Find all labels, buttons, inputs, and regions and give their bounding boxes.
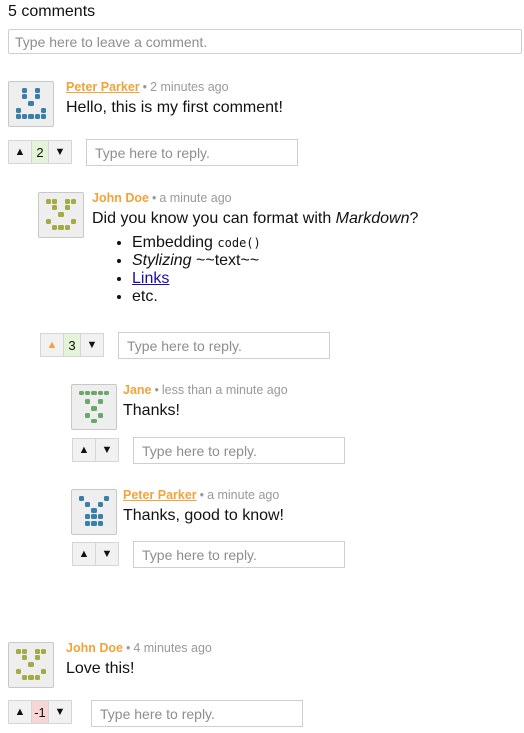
upvote-button[interactable]: ▲ bbox=[73, 439, 95, 461]
timestamp: 2 minutes ago bbox=[150, 80, 229, 94]
list-item: etc. bbox=[132, 288, 418, 306]
author-name: John Doe bbox=[66, 641, 123, 655]
comment-text: Thanks, good to know! bbox=[123, 507, 284, 524]
list-item: Stylizing ~~text~~ bbox=[132, 252, 418, 270]
reply-input[interactable] bbox=[118, 332, 330, 359]
author-name: Jane bbox=[123, 383, 152, 397]
reply-input[interactable] bbox=[91, 700, 303, 727]
comment-meta: Peter Parker • a minute ago bbox=[123, 488, 279, 502]
vote-control: ▲ 3 ▼ bbox=[40, 333, 104, 357]
author-link[interactable]: Peter Parker bbox=[66, 80, 140, 94]
robot-avatar-icon bbox=[46, 199, 76, 230]
new-comment-input[interactable] bbox=[8, 29, 522, 54]
downvote-button[interactable]: ▼ bbox=[49, 141, 71, 163]
comment-meta: John Doe • a minute ago bbox=[92, 191, 232, 205]
vote-score: -1 bbox=[31, 701, 49, 723]
downvote-button[interactable]: ▼ bbox=[49, 701, 71, 723]
vote-score: 2 bbox=[31, 141, 49, 163]
comment-text: Love this! bbox=[66, 660, 135, 677]
separator: • bbox=[154, 383, 159, 397]
separator: • bbox=[142, 80, 148, 94]
upvote-button[interactable]: ▲ bbox=[9, 141, 31, 163]
list-item: Embedding code() bbox=[132, 234, 418, 252]
upvote-button[interactable]: ▲ bbox=[73, 543, 95, 565]
comment-text: Thanks! bbox=[123, 402, 180, 419]
separator: • bbox=[125, 641, 131, 655]
robot-avatar-icon bbox=[79, 391, 109, 423]
robot-avatar-icon bbox=[16, 649, 46, 680]
vote-control: ▲ ▼ bbox=[72, 438, 119, 462]
markdown-list: Embedding code() Stylizing ~~text~~ Link… bbox=[92, 234, 418, 306]
upvote-button[interactable]: ▲ bbox=[9, 701, 31, 723]
comment-text: Did you know you can format with Markdow… bbox=[92, 210, 418, 306]
reply-input[interactable] bbox=[133, 437, 345, 464]
timestamp: 4 minutes ago bbox=[133, 641, 212, 655]
comment-meta: Peter Parker • 2 minutes ago bbox=[66, 80, 229, 94]
author-name: John Doe bbox=[92, 191, 149, 205]
comment-paragraph: Did you know you can format with Markdow… bbox=[92, 210, 419, 227]
timestamp: a minute ago bbox=[159, 191, 232, 205]
avatar bbox=[8, 81, 54, 127]
reply-input[interactable] bbox=[133, 541, 345, 568]
reply-input[interactable] bbox=[86, 139, 298, 166]
list-item: Links bbox=[132, 270, 418, 288]
timestamp: a minute ago bbox=[207, 488, 280, 502]
markdown-link[interactable]: Links bbox=[132, 270, 169, 287]
comment-meta: John Doe • 4 minutes ago bbox=[66, 641, 212, 655]
avatar bbox=[71, 489, 117, 535]
downvote-button[interactable]: ▼ bbox=[96, 439, 118, 461]
vote-score: 3 bbox=[63, 334, 81, 356]
downvote-button[interactable]: ▼ bbox=[81, 334, 103, 356]
upvote-button[interactable]: ▲ bbox=[41, 334, 63, 356]
vote-control: ▲ ▼ bbox=[72, 542, 119, 566]
vote-control: ▲ 2 ▼ bbox=[8, 140, 72, 164]
comment-text: Hello, this is my first comment! bbox=[66, 99, 283, 116]
robot-avatar-icon bbox=[79, 496, 109, 526]
avatar bbox=[38, 192, 84, 238]
timestamp: less than a minute ago bbox=[161, 383, 288, 397]
downvote-button[interactable]: ▼ bbox=[96, 543, 118, 565]
comment-meta: Jane • less than a minute ago bbox=[123, 383, 288, 397]
comment-count: 5 comments bbox=[8, 3, 96, 20]
separator: • bbox=[199, 488, 205, 502]
vote-control: ▲ -1 ▼ bbox=[8, 700, 72, 724]
robot-avatar-icon bbox=[16, 88, 46, 119]
avatar bbox=[8, 642, 54, 688]
avatar bbox=[71, 384, 117, 430]
author-link[interactable]: Peter Parker bbox=[123, 488, 197, 502]
separator: • bbox=[151, 191, 157, 205]
